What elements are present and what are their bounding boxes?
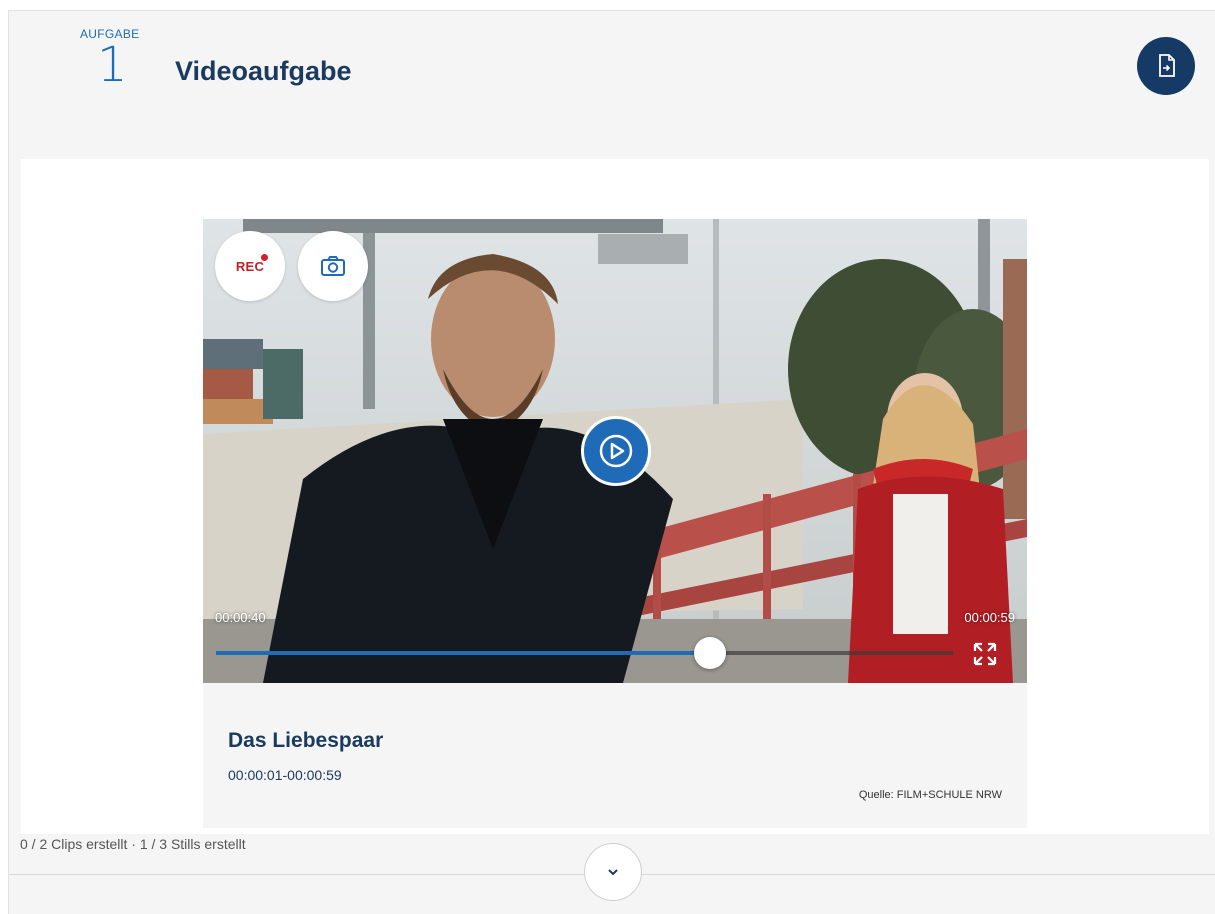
play-button[interactable]	[581, 416, 651, 486]
seek-progress	[216, 651, 710, 655]
task-number: 1	[97, 37, 128, 93]
snapshot-button[interactable]	[298, 231, 368, 301]
record-dot-icon	[261, 254, 268, 261]
play-icon	[599, 434, 633, 468]
task-status: 0 / 2 Clips erstellt · 1 / 3 Stills erst…	[20, 836, 246, 852]
end-time: 00:00:59	[964, 610, 1015, 625]
clip-range: 00:00:01-00:00:59	[228, 767, 342, 783]
document-export-icon	[1159, 54, 1175, 77]
fullscreen-button[interactable]	[971, 640, 999, 668]
task-panel: AUFGABE 1 Videoaufgabe REC 00:00:40 00:0…	[8, 10, 1215, 914]
record-label: REC	[235, 258, 265, 274]
seek-handle[interactable]	[693, 637, 726, 669]
video-player[interactable]: REC 00:00:40 00:00:59	[203, 219, 1027, 683]
chevron-down-icon	[608, 869, 618, 876]
expand-icon	[973, 642, 997, 666]
page-title: Videoaufgabe	[175, 56, 352, 86]
clip-title: Das Liebespaar	[228, 729, 384, 752]
seek-bar[interactable]	[216, 637, 953, 669]
clip-source: Quelle: FILM+SCHULE NRW	[858, 789, 1002, 801]
collapse-button[interactable]	[584, 843, 642, 901]
clip-info: Das Liebespaar 00:00:01-00:00:59 Quelle:…	[203, 683, 1027, 828]
current-time: 00:00:40	[215, 610, 266, 625]
camera-icon	[321, 256, 345, 276]
record-button[interactable]: REC	[215, 231, 285, 301]
content-area: REC 00:00:40 00:00:59 Das Liebespaar 00:…	[21, 159, 1209, 834]
export-button[interactable]	[1137, 37, 1195, 95]
